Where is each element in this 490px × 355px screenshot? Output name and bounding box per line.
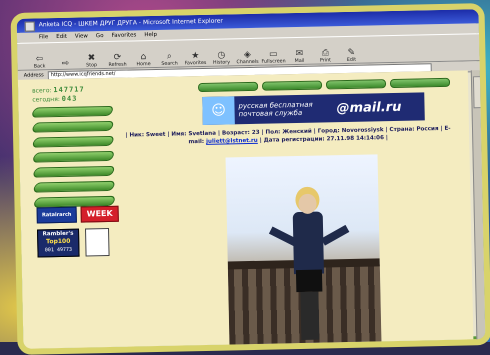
home-button[interactable]: ⌂ Home <box>131 43 155 67</box>
print-icon: ⎙ <box>321 48 330 59</box>
back-button[interactable]: ⇦ Back <box>27 45 51 69</box>
profile-photo <box>225 154 382 346</box>
side-nav-button-6[interactable] <box>32 180 116 193</box>
side-nav-button-4[interactable] <box>31 150 116 163</box>
visit-counter: всего: 147717 сегодня: 043 <box>32 85 85 104</box>
side-nav-button-1[interactable] <box>30 105 115 118</box>
week-badge[interactable]: WEEK <box>80 205 119 223</box>
history-icon: ◷ <box>217 50 226 61</box>
rating-badge[interactable]: Ratalrarch <box>36 206 77 224</box>
profile-email-link[interactable]: juliett@lstnet.ru <box>206 138 258 145</box>
mail-icon: ✉ <box>295 48 304 60</box>
photo-person-body <box>292 211 324 275</box>
side-nav-button-3[interactable] <box>31 135 115 148</box>
side-navigation <box>30 105 117 208</box>
photo-arm-right <box>321 224 350 246</box>
top-nav-button-2[interactable] <box>261 80 323 91</box>
fullscreen-icon: ▭ <box>269 49 278 60</box>
mail-button[interactable]: ✉ Mail <box>287 40 311 64</box>
stop-icon: ✖ <box>87 53 96 64</box>
top-navigation <box>197 77 451 93</box>
forward-button[interactable]: ⇨ <box>53 45 77 69</box>
menu-view[interactable]: View <box>75 31 88 41</box>
search-icon: ⌕ <box>166 51 173 62</box>
side-nav-button-2[interactable] <box>31 120 115 133</box>
history-button[interactable]: ◷ History <box>209 41 233 66</box>
web-page: всего: 147717 сегодня: 043 ☺ русская бес… <box>17 70 474 350</box>
fullscreen-button[interactable]: ▭ Fullscreen <box>261 40 285 64</box>
today-value: 043 <box>61 94 78 103</box>
monitor-frame: Anketa ICQ - ШКЕМ ДРУГ ДРУГА - Microsoft… <box>10 3 490 355</box>
edit-icon: ✎ <box>347 47 356 58</box>
top-nav-button-3[interactable] <box>325 79 387 90</box>
top-nav-button-4[interactable] <box>389 77 451 89</box>
back-arrow-icon: ⇦ <box>35 54 44 65</box>
visits-value: 147717 <box>53 85 85 95</box>
home-icon: ⌂ <box>140 52 147 63</box>
vertical-scrollbar[interactable] <box>470 70 486 341</box>
print-button[interactable]: ⎙ Print <box>313 39 337 63</box>
photo-person-skirt <box>295 269 323 293</box>
menu-go[interactable]: Go <box>96 31 104 41</box>
rating-badges: Ratalrarch WEEK <box>36 205 119 224</box>
counter-badge[interactable] <box>84 227 110 257</box>
channels-button[interactable]: ◈ Channels <box>235 41 259 65</box>
channels-icon: ◈ <box>243 49 251 61</box>
window-title: Anketa ICQ - ШКЕМ ДРУГ ДРУГА - Microsoft… <box>38 17 223 29</box>
mail-ru-banner[interactable]: ☺ русская бесплатная почтовая служба @ma… <box>202 92 425 125</box>
ie-icon <box>24 21 35 32</box>
edit-button[interactable]: ✎ Edit <box>339 39 363 63</box>
banner-brand: @mail.ru <box>336 99 402 116</box>
menu-file[interactable]: File <box>39 32 48 42</box>
favorites-icon: ★ <box>191 51 200 62</box>
banner-tagline: русская бесплатная почтовая служба <box>238 100 313 119</box>
menu-favorites[interactable]: Favorites <box>111 30 136 41</box>
photo-person-legs <box>300 291 320 340</box>
favorites-button[interactable]: ★ Favorites <box>183 42 207 66</box>
visits-label: всего: <box>32 87 52 95</box>
scrollbar-thumb[interactable] <box>472 76 482 109</box>
search-button[interactable]: ⌕ Search <box>157 42 181 67</box>
menu-help[interactable]: Help <box>144 30 157 40</box>
today-label: сегодня: <box>32 95 60 104</box>
menu-edit[interactable]: Edit <box>56 32 67 42</box>
refresh-icon: ⟳ <box>113 52 122 63</box>
side-nav-button-5[interactable] <box>32 165 116 178</box>
refresh-button[interactable]: ⟳ Refresh <box>105 44 129 68</box>
forward-arrow-icon: ⇨ <box>61 58 70 69</box>
mascot-icon: ☺ <box>202 96 235 125</box>
stop-button[interactable]: ✖ Stop <box>79 44 103 68</box>
profile-info: | Ник: Sweet | Имя: Svetlana | Возраст: … <box>123 125 453 148</box>
top-nav-button-1[interactable] <box>197 81 259 93</box>
rambler-top100-badge[interactable]: Rambler's Top100 001 49773 <box>37 228 80 258</box>
